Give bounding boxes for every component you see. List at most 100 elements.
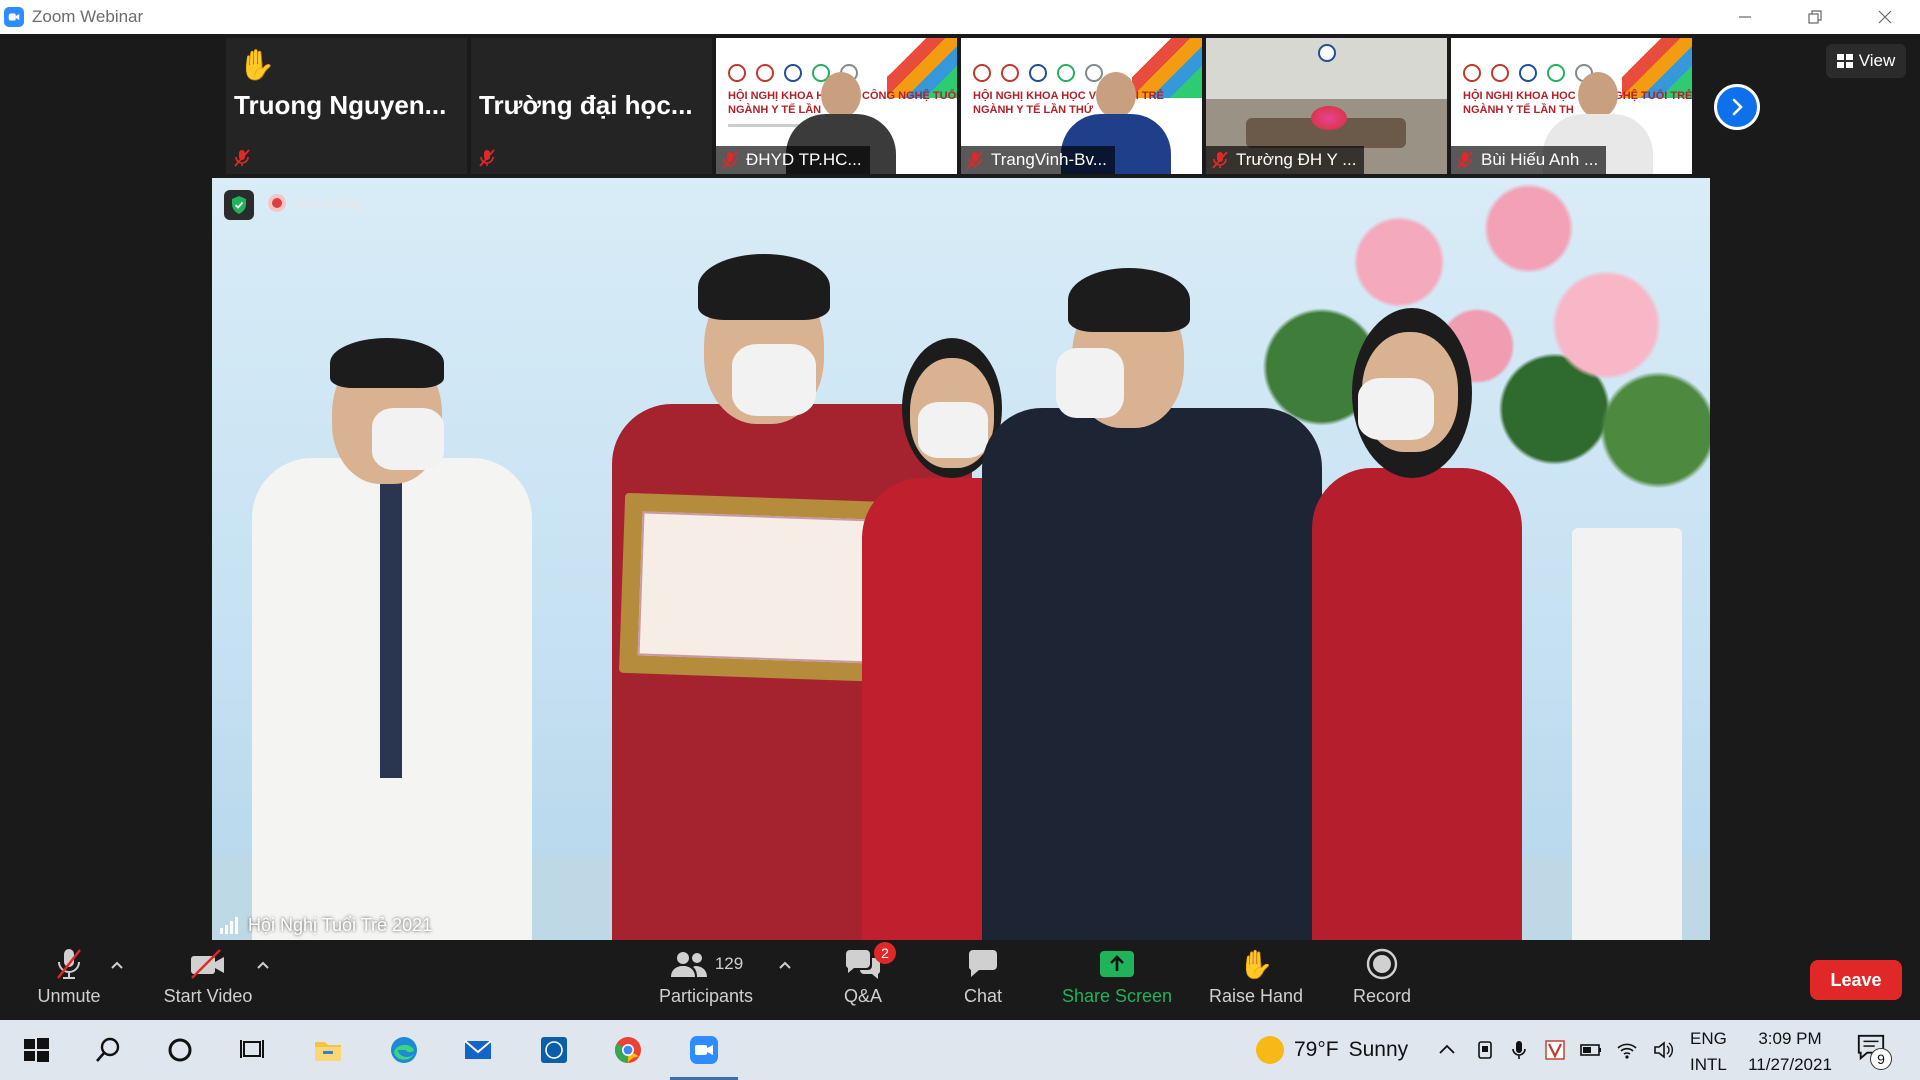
participants-icon	[670, 952, 707, 977]
grid-view-icon	[1836, 54, 1853, 68]
share-screen-icon	[1100, 951, 1134, 977]
mic-muted-icon	[479, 149, 495, 167]
notification-center-button[interactable]: 9	[1856, 1032, 1896, 1070]
gift-bag	[1572, 528, 1682, 940]
security-shield-button[interactable]	[224, 190, 254, 220]
mail-icon	[464, 1040, 492, 1059]
microphone-icon	[1512, 1041, 1526, 1059]
participant-tile[interactable]: ✋ Truong Nguyen...	[226, 38, 467, 174]
participants-count: 129	[714, 954, 744, 973]
record-icon	[1366, 948, 1398, 980]
leave-button[interactable]: Leave	[1810, 960, 1902, 1000]
weather-condition: Sunny	[1348, 1038, 1409, 1061]
video-options-chevron-up-icon[interactable]	[256, 960, 270, 970]
shield-check-icon	[232, 196, 246, 214]
participant-name: ĐHYD TP.HC...	[746, 150, 862, 169]
qa-badge: 2	[874, 942, 896, 964]
chat-label: Chat	[963, 986, 1003, 1006]
participant-name: Truong Nguyen...	[234, 90, 447, 120]
windows-logo-icon	[24, 1038, 49, 1062]
signal-strength-icon	[220, 917, 238, 934]
volume-tray-button[interactable]	[1648, 1034, 1678, 1066]
participants-label: Participants	[658, 986, 754, 1006]
search-button[interactable]	[88, 1030, 128, 1070]
next-page-button[interactable]	[1714, 84, 1760, 130]
participant-tile[interactable]: Trường đại học...	[471, 38, 712, 174]
folder-icon	[315, 1042, 341, 1061]
close-icon	[1878, 10, 1892, 24]
wifi-tray-button[interactable]	[1612, 1034, 1642, 1066]
battery-tray-button[interactable]	[1576, 1034, 1606, 1066]
recording-dot-icon	[268, 194, 286, 212]
participants-button[interactable]: 129 Participants	[650, 942, 762, 1020]
dell-logo-icon	[541, 1037, 567, 1063]
mic-muted-icon	[1212, 151, 1228, 169]
mic-muted-icon	[722, 151, 738, 169]
clock-date: 11/27/2021	[1748, 1055, 1832, 1074]
keyboard-layout: INTL	[1690, 1055, 1727, 1074]
chrome-icon	[614, 1037, 641, 1064]
weather-temp: 79°F	[1294, 1038, 1339, 1061]
clock-time: 3:09 PM	[1758, 1029, 1822, 1048]
share-screen-button[interactable]: Share Screen	[1060, 942, 1174, 1020]
mic-muted-icon	[234, 149, 250, 167]
edge-browser-button[interactable]	[384, 1030, 424, 1070]
recording-indicator: Recording	[268, 194, 362, 212]
start-video-button[interactable]: Start Video	[156, 942, 260, 1020]
share-screen-label: Share Screen	[1061, 986, 1173, 1006]
cortana-button[interactable]	[160, 1030, 200, 1070]
chevron-right-icon	[1732, 98, 1743, 116]
window-titlebar: Zoom Webinar	[0, 0, 1920, 34]
speaker-icon	[1654, 1041, 1673, 1059]
participant-name: Trường đại học...	[479, 90, 693, 120]
taskbar-clock[interactable]: 3:09 PM 11/27/2021	[1740, 1026, 1840, 1078]
language-indicator[interactable]: ENG INTL	[1690, 1026, 1727, 1078]
search-icon	[96, 1037, 120, 1062]
cortana-circle-icon	[168, 1038, 192, 1062]
window-title: Zoom Webinar	[32, 7, 144, 26]
tray-app-button[interactable]	[1470, 1034, 1500, 1066]
recording-label: Recording	[294, 194, 363, 212]
participant-tile[interactable]: HỘI NGHỊ KHOA HỌC VÀ CÔNG NGHỆ TUỔI TRẺ …	[716, 38, 957, 174]
record-button[interactable]: Record	[1350, 942, 1414, 1020]
qa-label: Q&A	[843, 986, 882, 1006]
chrome-button[interactable]	[608, 1030, 648, 1070]
zoom-taskbar-button[interactable]	[670, 1030, 738, 1080]
microphone-tray-button[interactable]	[1504, 1034, 1534, 1066]
dell-app-button[interactable]	[534, 1030, 574, 1070]
restore-button[interactable]	[1780, 0, 1850, 34]
participant-thumbnail-strip: ✋ Truong Nguyen... Trường đại học... HỘI…	[226, 38, 1692, 174]
raised-hand-icon: ✋	[238, 49, 276, 82]
unmute-label: Unmute	[37, 986, 101, 1006]
main-video-feed: Recording Hội Nghị Tuổi Trẻ 2021	[212, 178, 1710, 940]
task-view-button[interactable]	[232, 1030, 272, 1070]
close-button[interactable]	[1850, 0, 1920, 34]
qa-button[interactable]: 2 Q&A	[836, 942, 896, 1020]
zoom-icon	[690, 1036, 718, 1064]
participants-options-chevron-up-icon[interactable]	[778, 960, 792, 970]
antivirus-tray-button[interactable]	[1540, 1034, 1570, 1066]
zoom-app-icon	[4, 7, 24, 27]
start-button[interactable]	[16, 1030, 56, 1070]
speaker-name: Hội Nghị Tuổi Trẻ 2021	[248, 914, 433, 935]
mail-button[interactable]	[458, 1030, 498, 1070]
participant-name: Bùi Hiếu Anh ...	[1481, 150, 1599, 169]
participant-tile[interactable]: HỘI NGHỊ KHOA HỌC VÀ ...NGHỆ TUỔI TRẺ NG…	[1451, 38, 1692, 174]
unmute-button[interactable]: Unmute	[28, 942, 110, 1020]
participant-tile[interactable]: Trường ĐH Y ...	[1206, 38, 1447, 174]
show-hidden-icons-button[interactable]	[1432, 1034, 1462, 1066]
file-explorer-button[interactable]	[308, 1030, 348, 1070]
chevron-up-icon	[1439, 1044, 1455, 1054]
participant-tile[interactable]: HỘI NGHỊ KHOA HỌC VÀ C... ỔI TRẺ NGÀNH Y…	[961, 38, 1202, 174]
record-label: Record	[1352, 986, 1412, 1006]
participant-name: Trường ĐH Y ...	[1236, 150, 1357, 169]
chat-button[interactable]: Chat	[954, 942, 1012, 1020]
video-name-label: Hội Nghị Tuổi Trẻ 2021	[214, 912, 438, 938]
participant-name: TrangVinh-Bv...	[991, 150, 1107, 169]
weather-widget[interactable]: 79°F Sunny	[1256, 1030, 1408, 1070]
minimize-button[interactable]	[1710, 0, 1780, 34]
raise-hand-button[interactable]: ✋ Raise Hand	[1208, 942, 1304, 1020]
audio-options-chevron-up-icon[interactable]	[110, 960, 124, 970]
view-button[interactable]: View	[1826, 44, 1906, 78]
person-figure	[972, 268, 1332, 940]
